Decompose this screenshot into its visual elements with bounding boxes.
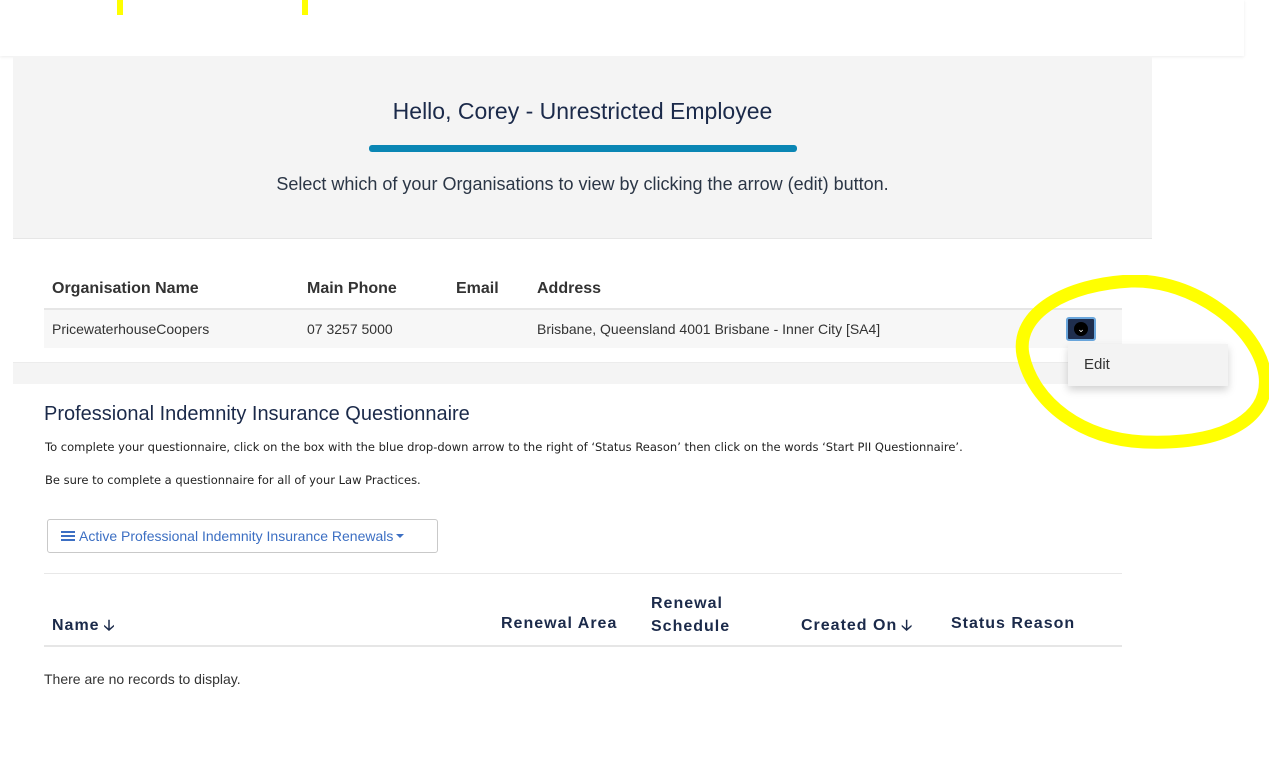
- arrow-down-icon: 🡣: [103, 617, 116, 634]
- list-icon: [61, 530, 75, 542]
- column-header-created-on[interactable]: Created On 🡣: [801, 615, 913, 640]
- column-header-actions: [1005, 270, 1122, 310]
- cell-main-phone: 07 3257 5000: [299, 309, 448, 348]
- row-action-menu: Edit: [1068, 344, 1228, 386]
- column-header-name[interactable]: Name 🡣: [52, 615, 115, 640]
- accent-bar: [369, 145, 797, 152]
- column-header-organisation-name[interactable]: Organisation Name: [44, 270, 299, 310]
- pii-section-title: Professional Indemnity Insurance Questio…: [44, 403, 470, 425]
- arrow-down-icon: 🡣: [901, 617, 914, 634]
- section-separator: [13, 362, 1152, 384]
- annotation-mark: [302, 0, 308, 15]
- welcome-title: Hello, Corey - Unrestricted Employee: [392, 98, 773, 124]
- cell-email: [448, 309, 529, 348]
- welcome-subtitle: Select which of your Organisations to vi…: [276, 174, 889, 194]
- view-selector-label: Active Professional Indemnity Insurance …: [79, 528, 394, 544]
- top-header-bar: [0, 0, 1244, 56]
- organisations-table: Organisation Name Main Phone Email Addre…: [44, 270, 1122, 348]
- divider: [44, 573, 1122, 574]
- renewals-table-header: Name 🡣 Renewal Area Renewal Schedule Crea…: [44, 585, 1122, 647]
- menu-item-edit[interactable]: Edit: [1084, 356, 1110, 373]
- pii-instruction-text: Be sure to complete a questionnaire for …: [45, 473, 421, 487]
- table-row[interactable]: PricewaterhouseCoopers 07 3257 5000 Bris…: [44, 309, 1122, 348]
- column-header-status-reason[interactable]: Status Reason: [951, 615, 1075, 633]
- empty-state-message: There are no records to display.: [44, 671, 241, 687]
- column-header-email[interactable]: Email: [448, 270, 529, 310]
- column-header-renewal-area[interactable]: Renewal Area: [501, 615, 617, 633]
- table-header-row: Organisation Name Main Phone Email Addre…: [44, 270, 1122, 310]
- cell-address: Brisbane, Queensland 4001 Brisbane - Inn…: [529, 309, 1005, 348]
- column-header-address[interactable]: Address: [529, 270, 1005, 310]
- pii-instruction-text: To complete your questionnaire, click on…: [45, 440, 963, 454]
- column-header-renewal-schedule[interactable]: Renewal Schedule: [651, 592, 743, 638]
- chevron-down-icon: ⌄: [1074, 322, 1088, 336]
- column-header-main-phone[interactable]: Main Phone: [299, 270, 448, 310]
- welcome-panel: Hello, Corey - Unrestricted Employee Sel…: [13, 56, 1152, 239]
- cell-organisation-name: PricewaterhouseCoopers: [44, 309, 299, 348]
- caret-down-icon: [396, 534, 405, 538]
- view-selector-button[interactable]: Active Professional Indemnity Insurance …: [47, 519, 438, 553]
- row-edit-dropdown-button[interactable]: ⌄: [1066, 317, 1096, 341]
- annotation-mark: [117, 0, 123, 15]
- cell-actions: ⌄: [1005, 309, 1122, 348]
